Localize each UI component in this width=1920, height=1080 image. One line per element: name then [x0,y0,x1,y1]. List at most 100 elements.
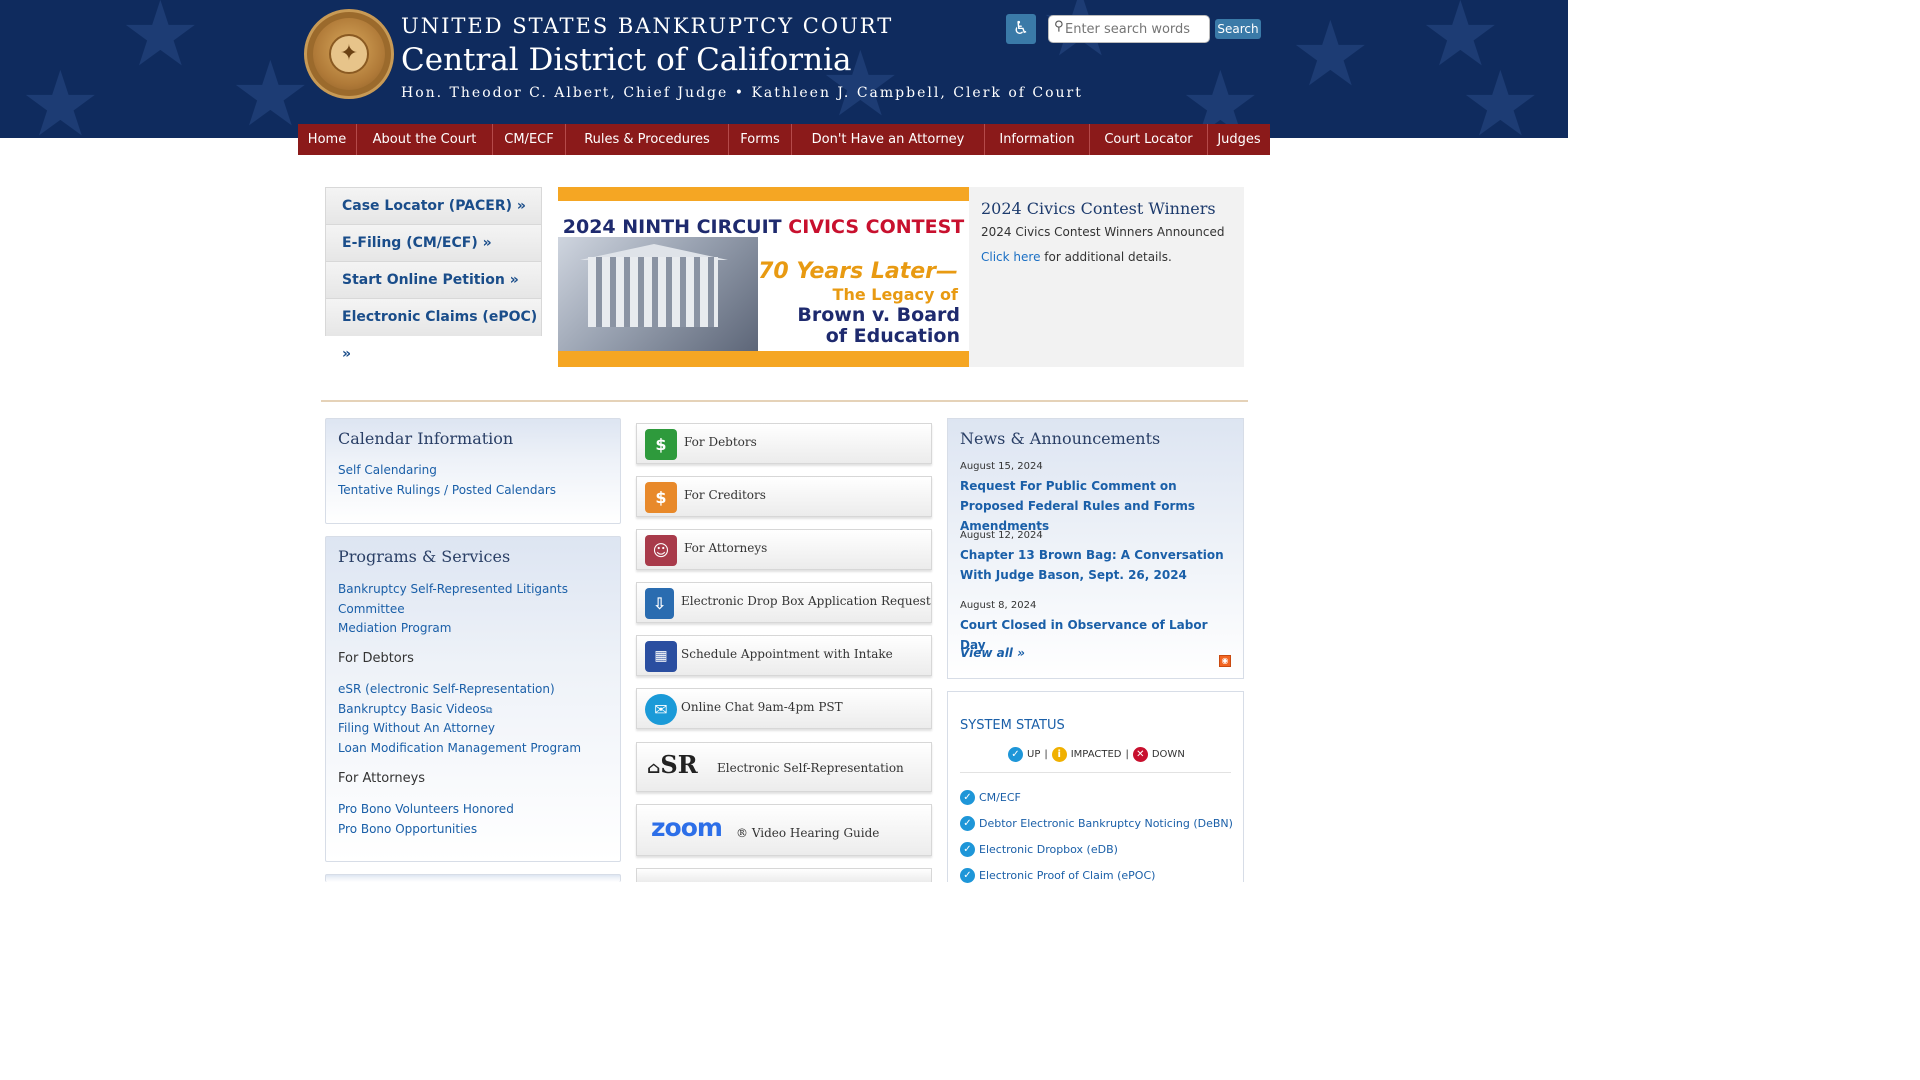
civics-title: 2024 Civics Contest Winners [981,199,1216,218]
esr-link[interactable]: eSR (electronic Self-Representation) [338,682,555,696]
officials-line: Hon. Theodor C. Albert, Chief Judge • Ka… [401,85,1083,101]
creditor-icon: $ [645,482,677,513]
civics-details-suffix: for additional details. [1040,250,1172,264]
court-seal-logo[interactable]: ✦ [304,9,394,99]
banner-title-highlight: CIVICS CONTEST [788,216,965,238]
edb-icon: ⇩ [645,588,674,619]
check-icon: ✓ [960,790,975,805]
tentative-rulings-link[interactable]: Tentative Rulings / Posted Calendars [338,483,556,497]
check-icon: ✓ [960,842,975,857]
search-icon: ⚲ [1054,19,1064,34]
civics-text: 2024 Civics Contest Winners Announced [981,225,1225,239]
click-here-link[interactable]: Click here [981,250,1040,264]
star-decoration: ★ [120,0,201,87]
news-panel: News & Announcements August 15, 2024 Req… [947,418,1244,679]
pro-bono-opportunities-link[interactable]: Pro Bono Opportunities [338,822,477,836]
news-date: August 8, 2024 [960,600,1037,611]
tile-label: For Attorneys [684,541,768,555]
system-status-title: SYSTEM STATUS [960,718,1065,733]
site-header: ★ ★ ★ ★ ★ ★ ★ ★ ★ ✦ UNITED STATES BANKRU… [0,0,1568,138]
tile-for-attorneys[interactable]: ☺ For Attorneys [636,529,932,570]
calendar-panel: Calendar Information Self Calendaring Te… [325,418,621,524]
tile-for-debtors[interactable]: $ For Debtors [636,423,932,464]
district-name: Central District of California [401,42,852,78]
news-title: News & Announcements [960,429,1161,448]
system-name: Electronic Proof of Claim (ePOC) [979,869,1156,882]
info-icon: i [1051,747,1067,762]
news-link-brown-bag[interactable]: Chapter 13 Brown Bag: A Conversation Wit… [960,545,1230,585]
calendar-grid-icon: ▦ [645,641,677,672]
chat-icon: ✉ [645,694,677,725]
tile-electronic-drop-box[interactable]: ⇩ Electronic Drop Box Application Reques… [636,582,932,623]
civics-contest-banner[interactable]: 2024 NINTH CIRCUIT CIVICS CONTEST 70 Yea… [558,187,969,367]
tile-for-creditors[interactable]: $ For Creditors [636,476,932,517]
news-date: August 12, 2024 [960,530,1043,541]
basic-videos-label: Bankruptcy Basic Videos [338,702,486,716]
esr-logo: ⌂SR [647,750,698,779]
zoom-logo: zoom [651,813,723,842]
section-divider [321,400,1248,402]
search-input[interactable] [1048,15,1210,43]
nav-dont-have-attorney[interactable]: Don't Have an Attorney [792,124,985,155]
quick-link-electronic-claims[interactable]: Electronic Claims (ePOC) » [326,299,541,362]
pro-bono-honored-link[interactable]: Pro Bono Volunteers Honored [338,802,514,816]
legend-separator: | [1125,749,1129,760]
nav-about-the-court[interactable]: About the Court [357,124,493,155]
tile-label: Online Chat 9am-4pm PST [681,700,843,714]
rss-feed-icon[interactable]: ◉ [1219,655,1231,667]
x-icon: ✕ [1132,747,1148,762]
tile-label: For Creditors [684,488,766,502]
self-represented-litigants-link[interactable]: Bankruptcy Self-Represented Litigants [338,582,568,596]
status-row-cmecf[interactable]: ✓ CM/ECF [960,790,1021,805]
programs-panel: Programs & Services Bankruptcy Self-Repr… [325,536,621,862]
tile-schedule-appointment[interactable]: ▦ Schedule Appointment with Intake [636,635,932,676]
status-row-edb[interactable]: ✓ Electronic Dropbox (eDB) [960,842,1118,857]
nav-court-locator[interactable]: Court Locator [1090,124,1208,155]
civics-winners-panel: 2024 Civics Contest Winners 2024 Civics … [969,187,1244,367]
tile-label: Schedule Appointment with Intake [681,647,893,661]
debtor-icon: $ [645,429,677,460]
tile-online-chat[interactable]: ✉ Online Chat 9am-4pm PST [636,688,932,729]
tile-electronic-self-representation[interactable]: ⌂SR Electronic Self-Representation [636,742,932,792]
star-decoration: ★ [20,52,101,139]
status-row-debn[interactable]: ✓ Debtor Electronic Bankruptcy Noticing (… [960,816,1233,831]
banner-case-name: Brown v. Board [797,304,960,326]
news-date: August 15, 2024 [960,461,1043,472]
nav-cm-ecf[interactable]: CM/ECF [493,124,566,155]
tile-label: ® Video Hearing Guide [736,826,880,840]
mediation-program-link[interactable]: Mediation Program [338,621,451,635]
banner-case-name-2: of Education [825,325,960,347]
committee-link[interactable]: Committee [338,602,405,616]
quick-link-e-filing[interactable]: E-Filing (CM/ECF) » [326,225,541,262]
news-link-public-comment[interactable]: Request For Public Comment on Proposed F… [960,476,1230,536]
tile-label: Electronic Drop Box Application Request [681,594,931,608]
for-attorneys-heading: For Attorneys [338,771,426,786]
quick-link-online-petition[interactable]: Start Online Petition » [326,262,541,299]
nav-information[interactable]: Information [985,124,1090,155]
view-all-news-link[interactable]: View all » [960,646,1025,660]
external-link-icon: ⧉ [485,706,493,716]
check-icon: ✓ [1008,747,1023,762]
legend-separator: | [1044,749,1048,760]
nav-judges[interactable]: Judges [1208,124,1270,155]
legend-down: DOWN [1151,749,1185,760]
nav-forms[interactable]: Forms [729,124,792,155]
nav-home[interactable]: Home [298,124,357,155]
self-calendaring-link[interactable]: Self Calendaring [338,463,437,477]
nav-rules-procedures[interactable]: Rules & Procedures [566,124,729,155]
status-row-epoc[interactable]: ✓ Electronic Proof of Claim (ePOC) [960,868,1155,883]
legend-up: UP [1027,749,1041,760]
filing-without-attorney-link[interactable]: Filing Without An Attorney [338,721,495,735]
tile-zoom-video-guide[interactable]: zoom ® Video Hearing Guide [636,804,932,856]
banner-subtitle-3: Brown v. Board of Education [728,305,960,347]
main-navigation: Home About the Court CM/ECF Rules & Proc… [298,124,1270,155]
esr-logo-text: SR [660,750,698,779]
system-name: Debtor Electronic Bankruptcy Noticing (D… [979,817,1233,830]
basic-videos-link[interactable]: Bankruptcy Basic Videos⧉ [338,702,492,716]
loan-modification-link[interactable]: Loan Modification Management Program [338,741,581,755]
quick-link-case-locator[interactable]: Case Locator (PACER) » [326,188,541,225]
accessibility-button[interactable]: ♿ [1006,14,1036,44]
star-decoration: ★ [1290,2,1371,107]
tile-label: For Debtors [684,435,757,449]
search-button[interactable]: Search [1215,19,1261,39]
